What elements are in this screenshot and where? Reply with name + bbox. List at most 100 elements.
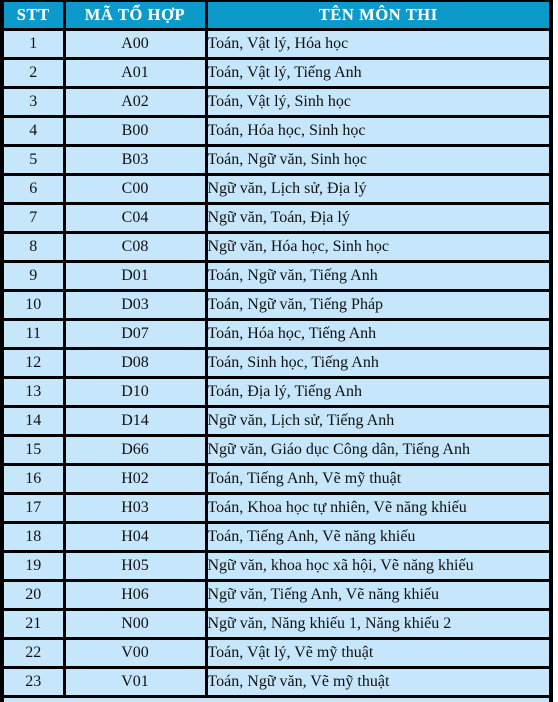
cell-subject-names: Toán, Hóa học, Tiếng Anh bbox=[206, 319, 549, 350]
cell-subject-names: Ngữ văn, Tiếng Anh, Vẽ năng khiếu bbox=[206, 580, 549, 611]
cell-subject-names: Ngữ văn, Lịch sử, Địa lý bbox=[206, 174, 549, 205]
cell-stt: 2 bbox=[4, 58, 66, 89]
cell-stt: 4 bbox=[4, 116, 66, 147]
cell-stt: 3 bbox=[4, 87, 66, 118]
table-row: 18 H04 Toán, Tiếng Anh, Vẽ năng khiếu bbox=[4, 522, 549, 553]
cell-subject-names: Ngữ văn, Lịch sử, Tiếng Anh bbox=[206, 406, 549, 437]
cell-combination-code: C00 bbox=[64, 174, 208, 205]
cell-combination-code: B03 bbox=[64, 145, 208, 176]
cell-stt: 21 bbox=[4, 609, 66, 640]
cell-subject-names: Ngữ văn, Hóa học, Sinh học bbox=[206, 232, 549, 263]
cell-combination-code: D08 bbox=[64, 348, 208, 379]
cell-stt: 20 bbox=[4, 580, 66, 611]
column-header-code: MÃ TỔ HỢP bbox=[64, 2, 208, 31]
table-row: 10 D03 Toán, Ngữ văn, Tiếng Pháp bbox=[4, 290, 549, 321]
cell-stt: 14 bbox=[4, 406, 66, 437]
cell-stt: 19 bbox=[4, 551, 66, 582]
cell-stt: 15 bbox=[4, 435, 66, 466]
table-row: 20 H06 Ngữ văn, Tiếng Anh, Vẽ năng khiếu bbox=[4, 580, 549, 611]
cell-combination-code: C08 bbox=[64, 232, 208, 263]
cell-combination-code: D10 bbox=[64, 377, 208, 408]
cell-subject-names: Toán, Ngữ văn, Tiếng Pháp bbox=[206, 290, 549, 321]
cell-stt: 23 bbox=[4, 667, 66, 698]
cell-combination-code: H06 bbox=[64, 580, 208, 611]
cell-subject-names: Ngữ văn, Năng khiếu 1, Năng khiếu 2 bbox=[206, 609, 549, 640]
column-header-name: TÊN MÔN THI bbox=[206, 2, 549, 31]
cell-subject-names: Toán, Vật lý, Hóa học bbox=[206, 29, 549, 60]
cell-combination-code: A02 bbox=[64, 87, 208, 118]
table-row: 12 D08 Toán, Sinh học, Tiếng Anh bbox=[4, 348, 549, 379]
cell-combination-code: D01 bbox=[64, 261, 208, 292]
cell-stt: 10 bbox=[4, 290, 66, 321]
cell-subject-names: Toán, Ngữ văn, Vẽ mỹ thuật bbox=[206, 667, 549, 698]
table-row: 9 D01 Toán, Ngữ văn, Tiếng Anh bbox=[4, 261, 549, 292]
exam-combination-table: STT MÃ TỔ HỢP TÊN MÔN THI 1 A00 Toán, Vật … bbox=[4, 2, 549, 698]
table-row: 23 V01 Toán, Ngữ văn, Vẽ mỹ thuật bbox=[4, 667, 549, 698]
table-row: 14 D14 Ngữ văn, Lịch sử, Tiếng Anh bbox=[4, 406, 549, 437]
cell-combination-code: H03 bbox=[64, 493, 208, 524]
cell-subject-names: Toán, Vật lý, Vẽ mỹ thuật bbox=[206, 638, 549, 669]
cell-stt: 9 bbox=[4, 261, 66, 292]
table-row: 5 B03 Toán, Ngữ văn, Sinh học bbox=[4, 145, 549, 176]
cell-stt: 17 bbox=[4, 493, 66, 524]
table-row: 15 D66 Ngữ văn, Giáo dục Công dân, Tiếng A… bbox=[4, 435, 549, 466]
cell-combination-code: C04 bbox=[64, 203, 208, 234]
cell-stt: 1 bbox=[4, 29, 66, 60]
table-row: 17 H03 Toán, Khoa học tự nhiên, Vẽ năng kh… bbox=[4, 493, 549, 524]
table-body: 1 A00 Toán, Vật lý, Hóa học 2 A01 Toán, Vật l… bbox=[4, 29, 549, 698]
cell-subject-names: Ngữ văn, Toán, Địa lý bbox=[206, 203, 549, 234]
cell-combination-code: H02 bbox=[64, 464, 208, 495]
cell-combination-code: V00 bbox=[64, 638, 208, 669]
cell-combination-code: N00 bbox=[64, 609, 208, 640]
cell-combination-code: H05 bbox=[64, 551, 208, 582]
table-row: 13 D10 Toán, Địa lý, Tiếng Anh bbox=[4, 377, 549, 408]
cell-subject-names: Toán, Khoa học tự nhiên, Vẽ năng khiếu bbox=[206, 493, 549, 524]
table-row: 11 D07 Toán, Hóa học, Tiếng Anh bbox=[4, 319, 549, 350]
table-row: 2 A01 Toán, Vật lý, Tiếng Anh bbox=[4, 58, 549, 89]
cell-subject-names: Toán, Hóa học, Sinh học bbox=[206, 116, 549, 147]
cell-stt: 7 bbox=[4, 203, 66, 234]
cell-subject-names: Toán, Tiếng Anh, Vẽ năng khiếu bbox=[206, 522, 549, 553]
table-row: 1 A00 Toán, Vật lý, Hóa học bbox=[4, 29, 549, 60]
cell-combination-code: V01 bbox=[64, 667, 208, 698]
cell-combination-code: H04 bbox=[64, 522, 208, 553]
cell-combination-code: A00 bbox=[64, 29, 208, 60]
table-header: STT MÃ TỔ HỢP TÊN MÔN THI bbox=[4, 2, 549, 31]
cell-subject-names: Toán, Vật lý, Sinh học bbox=[206, 87, 549, 118]
cell-subject-names: Ngữ văn, Giáo dục Công dân, Tiếng Anh bbox=[206, 435, 549, 466]
cell-subject-names: Toán, Vật lý, Tiếng Anh bbox=[206, 58, 549, 89]
cell-combination-code: D14 bbox=[64, 406, 208, 437]
cell-combination-code: A01 bbox=[64, 58, 208, 89]
cell-combination-code: D03 bbox=[64, 290, 208, 321]
table-row: 7 C04 Ngữ văn, Toán, Địa lý bbox=[4, 203, 549, 234]
table-row: 16 H02 Toán, Tiếng Anh, Vẽ mỹ thuật bbox=[4, 464, 549, 495]
table-row: 8 C08 Ngữ văn, Hóa học, Sinh học bbox=[4, 232, 549, 263]
cell-combination-code: D66 bbox=[64, 435, 208, 466]
cell-stt: 13 bbox=[4, 377, 66, 408]
table-row: 3 A02 Toán, Vật lý, Sinh học bbox=[4, 87, 549, 118]
cell-stt: 8 bbox=[4, 232, 66, 263]
table-row: 22 V00 Toán, Vật lý, Vẽ mỹ thuật bbox=[4, 638, 549, 669]
cell-stt: 12 bbox=[4, 348, 66, 379]
cell-stt: 11 bbox=[4, 319, 66, 350]
cell-subject-names: Ngữ văn, khoa học xã hội, Vẽ năng khiếu bbox=[206, 551, 549, 582]
cell-subject-names: Toán, Tiếng Anh, Vẽ mỹ thuật bbox=[206, 464, 549, 495]
cell-stt: 5 bbox=[4, 145, 66, 176]
column-header-stt: STT bbox=[4, 2, 66, 31]
cell-stt: 18 bbox=[4, 522, 66, 553]
table-row: 21 N00 Ngữ văn, Năng khiếu 1, Năng khiếu 2 bbox=[4, 609, 549, 640]
cell-combination-code: D07 bbox=[64, 319, 208, 350]
combination-table-container: STT MÃ TỔ HỢP TÊN MÔN THI 1 A00 Toán, Vật … bbox=[0, 0, 553, 698]
table-row: 6 C00 Ngữ văn, Lịch sử, Địa lý bbox=[4, 174, 549, 205]
cell-subject-names: Toán, Địa lý, Tiếng Anh bbox=[206, 377, 549, 408]
cell-subject-names: Toán, Ngữ văn, Tiếng Anh bbox=[206, 261, 549, 292]
table-header-row: STT MÃ TỔ HỢP TÊN MÔN THI bbox=[4, 2, 549, 31]
cell-combination-code: B00 bbox=[64, 116, 208, 147]
cell-subject-names: Toán, Ngữ văn, Sinh học bbox=[206, 145, 549, 176]
cell-stt: 16 bbox=[4, 464, 66, 495]
table-row: 19 H05 Ngữ văn, khoa học xã hội, Vẽ năng k… bbox=[4, 551, 549, 582]
table-bottom-edge bbox=[0, 698, 553, 702]
table-row: 4 B00 Toán, Hóa học, Sinh học bbox=[4, 116, 549, 147]
cell-stt: 22 bbox=[4, 638, 66, 669]
cell-subject-names: Toán, Sinh học, Tiếng Anh bbox=[206, 348, 549, 379]
